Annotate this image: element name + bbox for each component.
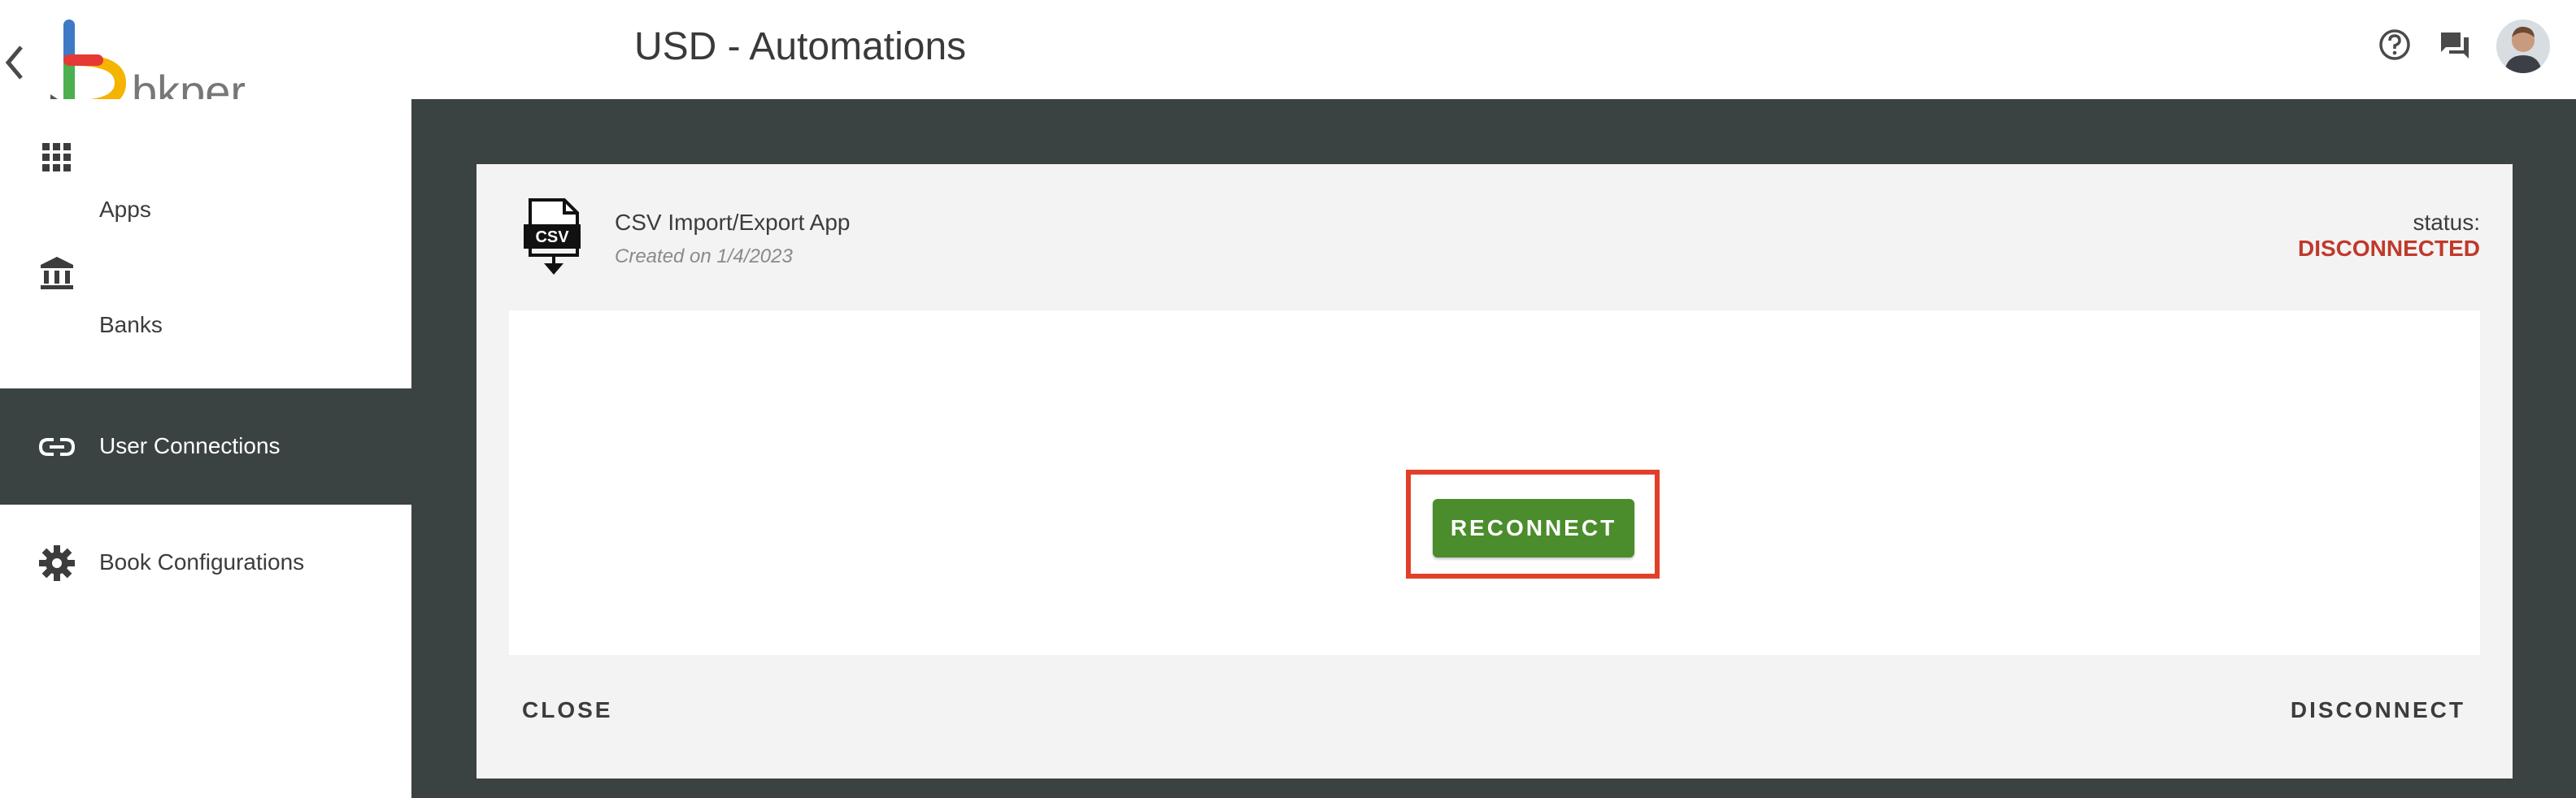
disconnect-button[interactable]: DISCONNECT [2291,697,2465,723]
close-button[interactable]: CLOSE [522,697,612,723]
sidebar-item-label: Book Configurations [99,549,305,575]
created-date: Created on 1/4/2023 [615,245,793,267]
apps-grid-icon [42,143,71,171]
help-icon[interactable] [2378,28,2412,66]
link-icon [38,438,76,456]
status-badge: DISCONNECTED [2297,236,2480,261]
top-bar: bkper USD - Automations [0,0,2576,117]
sidebar-item-book-configurations[interactable]: Book Configurations [0,505,411,621]
app-name: CSV Import/Export App [615,210,851,235]
sidebar-item-banks[interactable]: Banks [0,215,411,337]
reconnect-button[interactable]: RECONNECT [1433,499,1634,557]
csv-icon-text: CSV [535,228,569,246]
sidebar-item-user-connections[interactable]: User Connections [0,388,411,505]
gear-icon [39,545,75,581]
reconnect-panel: RECONNECT [509,310,2480,655]
status-label: status: [2413,210,2480,235]
sidebar-item-label: Banks [99,312,163,337]
chat-icon[interactable] [2438,28,2472,66]
csv-file-icon: CSV [524,198,581,275]
sidebar: Apps Banks User Connections Book Configu… [0,99,411,798]
sidebar-item-apps[interactable]: Apps [0,99,411,222]
bank-icon [41,257,73,289]
sidebar-item-label: User Connections [99,433,281,458]
main-content: CSV CSV Import/Export App Created on 1/4… [411,99,2576,798]
avatar[interactable] [2496,20,2550,73]
connection-card: CSV CSV Import/Export App Created on 1/4… [476,164,2513,778]
page-title: USD - Automations [634,25,967,68]
back-icon[interactable] [0,41,28,85]
